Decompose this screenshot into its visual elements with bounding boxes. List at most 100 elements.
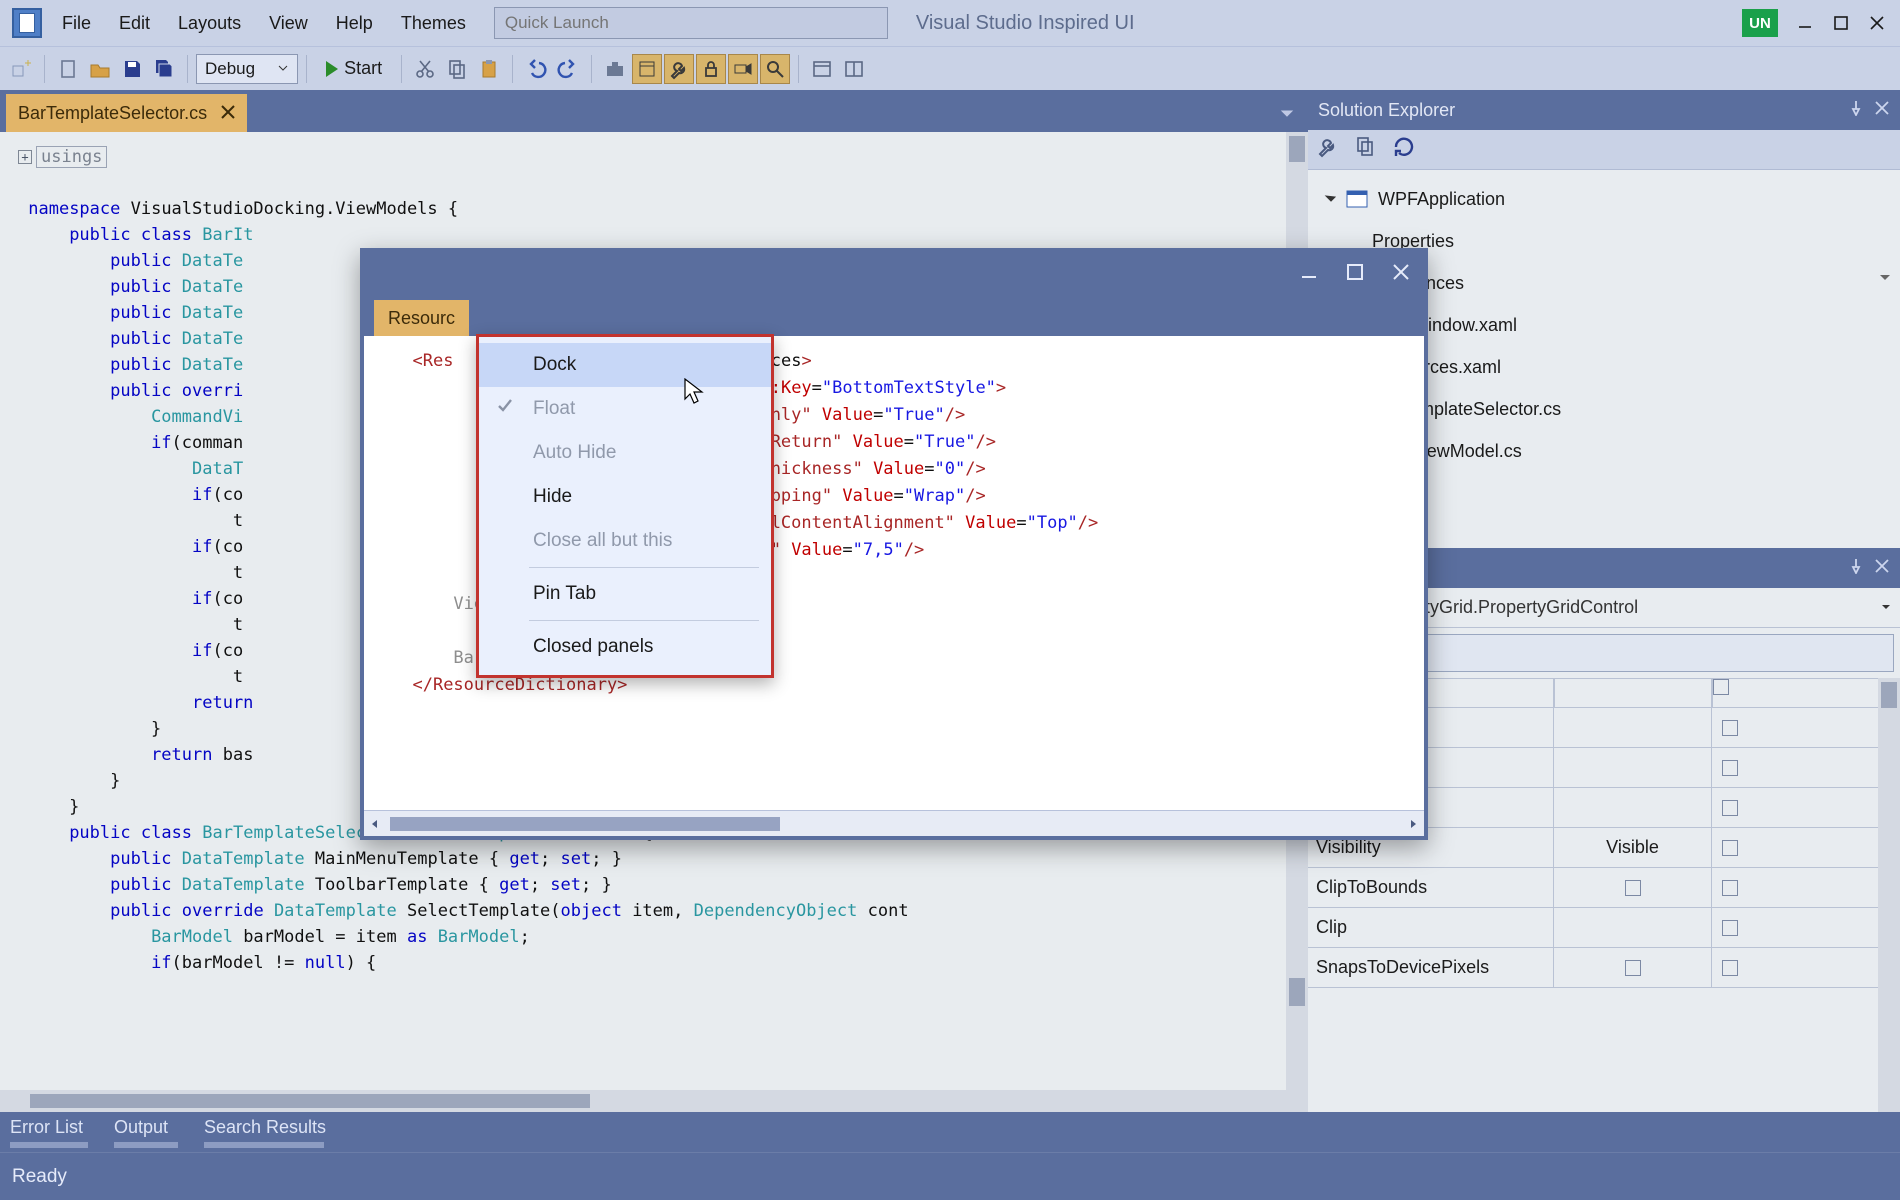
floating-window-titlebar[interactable] xyxy=(364,252,1424,296)
checkbox-icon[interactable] xyxy=(1625,880,1641,896)
quick-launch-input[interactable] xyxy=(494,7,888,39)
search-tool-icon[interactable] xyxy=(760,54,790,84)
ctx-hide[interactable]: Hide xyxy=(479,475,771,519)
menu-view[interactable]: View xyxy=(255,0,322,46)
property-grid-scrollbar[interactable] xyxy=(1878,678,1900,1112)
check-icon xyxy=(497,398,513,420)
maximize-icon[interactable] xyxy=(1832,14,1850,32)
project-icon xyxy=(1346,190,1368,208)
minimize-icon[interactable] xyxy=(1300,263,1318,286)
chevron-down-icon xyxy=(1880,597,1892,618)
property-value[interactable] xyxy=(1554,788,1712,827)
menu-layouts[interactable]: Layouts xyxy=(164,0,255,46)
maximize-icon[interactable] xyxy=(1346,263,1364,286)
chevron-down-icon xyxy=(277,59,289,79)
tab-error-list[interactable]: Error List xyxy=(10,1117,88,1148)
show-all-files-icon[interactable] xyxy=(1354,135,1378,164)
tab-output[interactable]: Output xyxy=(114,1117,178,1148)
layout-icon-2[interactable] xyxy=(839,54,869,84)
property-value[interactable] xyxy=(1554,948,1712,987)
floating-horizontal-scrollbar[interactable] xyxy=(364,810,1424,836)
solution-explorer-header[interactable]: Solution Explorer xyxy=(1308,90,1900,130)
ctx-auto-hide: Auto Hide xyxy=(479,431,771,475)
property-marker[interactable] xyxy=(1712,828,1748,867)
horizontal-scrollbar[interactable] xyxy=(0,1090,1308,1112)
copy-icon[interactable] xyxy=(442,54,472,84)
tree-root[interactable]: WPFApplication xyxy=(1324,178,1900,220)
pin-icon[interactable] xyxy=(1848,100,1864,121)
property-value[interactable] xyxy=(1554,868,1712,907)
separator xyxy=(529,620,759,621)
tool-window-icon-1[interactable] xyxy=(632,54,662,84)
property-value[interactable] xyxy=(1554,908,1712,947)
property-value[interactable] xyxy=(1554,708,1712,747)
property-row[interactable]: SnapsToDevicePixels xyxy=(1308,948,1900,988)
menu-edit[interactable]: Edit xyxy=(105,0,164,46)
open-folder-icon[interactable] xyxy=(85,54,115,84)
property-marker[interactable] xyxy=(1712,788,1748,827)
tree-overflow-icon[interactable] xyxy=(1878,268,1892,289)
expand-icon[interactable] xyxy=(1324,189,1336,210)
property-name: SnapsToDevicePixels xyxy=(1308,948,1554,987)
property-value[interactable] xyxy=(1554,748,1712,787)
layout-icon-1[interactable] xyxy=(807,54,837,84)
close-icon[interactable] xyxy=(1868,14,1886,32)
user-badge[interactable]: UN xyxy=(1742,9,1778,37)
properties-tool-icon[interactable] xyxy=(1316,135,1340,164)
tab-search-results[interactable]: Search Results xyxy=(204,1117,326,1148)
property-marker[interactable] xyxy=(1712,908,1748,947)
redo-icon[interactable] xyxy=(553,54,583,84)
property-name: ClipToBounds xyxy=(1308,868,1554,907)
property-row[interactable]: Clip xyxy=(1308,908,1900,948)
new-file-icon[interactable] xyxy=(53,54,83,84)
menu-themes[interactable]: Themes xyxy=(387,0,480,46)
status-bar: Ready xyxy=(0,1152,1900,1200)
property-marker[interactable] xyxy=(1712,868,1748,907)
tab-overflow-icon[interactable] xyxy=(1280,104,1294,125)
menu-help[interactable]: Help xyxy=(322,0,387,46)
property-value[interactable]: Visible xyxy=(1554,828,1712,867)
bottom-toolwindow-tabs: Error List Output Search Results xyxy=(0,1112,1900,1152)
config-combo[interactable]: Debug xyxy=(196,54,298,84)
checkbox-icon[interactable] xyxy=(1625,960,1641,976)
save-icon[interactable] xyxy=(117,54,147,84)
paste-icon[interactable] xyxy=(474,54,504,84)
document-tab-active[interactable]: BarTemplateSelector.cs xyxy=(6,94,247,132)
ctx-closed-panels[interactable]: Closed panels xyxy=(479,625,771,669)
start-button[interactable]: Start xyxy=(315,53,393,85)
scroll-left-icon[interactable] xyxy=(364,819,386,829)
document-tabstrip: BarTemplateSelector.cs xyxy=(0,90,1308,132)
property-marker[interactable] xyxy=(1712,748,1748,787)
wrench-icon[interactable] xyxy=(664,54,694,84)
ctx-float: Float xyxy=(479,387,771,431)
video-icon[interactable] xyxy=(728,54,758,84)
ctx-pin-tab[interactable]: Pin Tab xyxy=(479,572,771,616)
property-marker[interactable] xyxy=(1712,708,1748,747)
close-icon[interactable] xyxy=(1392,263,1410,286)
cut-icon[interactable] xyxy=(410,54,440,84)
menu-file[interactable]: File xyxy=(48,0,105,46)
toolbox-icon[interactable] xyxy=(600,54,630,84)
undo-icon[interactable] xyxy=(521,54,551,84)
scroll-right-icon[interactable] xyxy=(1402,819,1424,829)
start-label: Start xyxy=(344,58,382,79)
title-bar: File Edit Layouts View Help Themes Visua… xyxy=(0,0,1900,46)
close-panel-icon[interactable] xyxy=(1874,100,1890,121)
add-item-icon[interactable] xyxy=(6,54,36,84)
app-icon xyxy=(12,8,42,38)
minimize-icon[interactable] xyxy=(1796,14,1814,32)
save-all-icon[interactable] xyxy=(149,54,179,84)
close-panel-icon[interactable] xyxy=(1874,558,1890,579)
document-tab-label: BarTemplateSelector.cs xyxy=(18,103,207,124)
close-tab-icon[interactable] xyxy=(221,103,235,124)
floating-document-tab[interactable]: Resourc xyxy=(374,300,469,336)
pin-icon[interactable] xyxy=(1848,558,1864,579)
main-menu: File Edit Layouts View Help Themes xyxy=(48,0,480,46)
lock-icon[interactable] xyxy=(696,54,726,84)
floating-tab-label: Resourc xyxy=(388,308,455,329)
property-row[interactable]: ClipToBounds xyxy=(1308,868,1900,908)
config-combo-label: Debug xyxy=(205,59,255,79)
property-marker[interactable] xyxy=(1712,948,1748,987)
refresh-icon[interactable] xyxy=(1392,135,1416,164)
ctx-dock[interactable]: Dock xyxy=(479,343,771,387)
